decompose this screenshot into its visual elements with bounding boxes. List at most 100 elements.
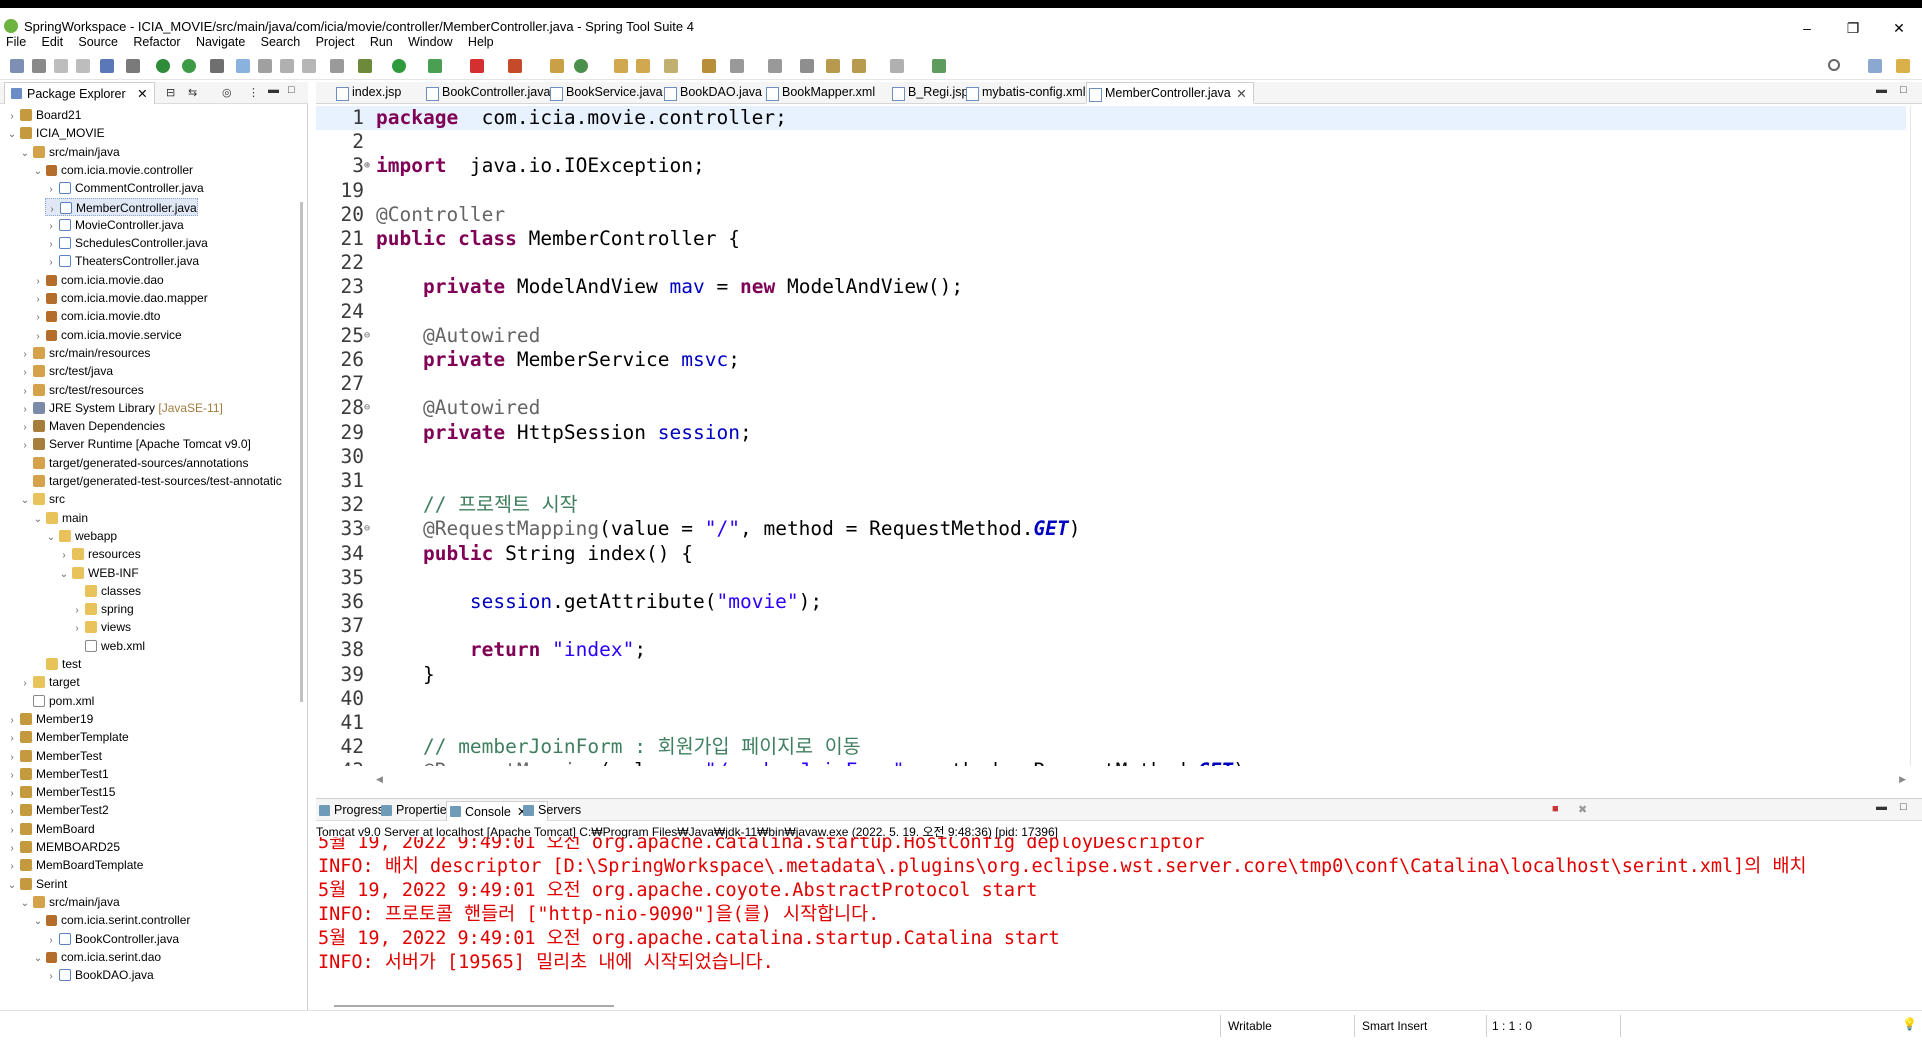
editor-tab[interactable]: index.jsp — [334, 82, 401, 104]
code-line[interactable]: 26 private MemberService msvc; — [316, 348, 1906, 372]
tree-item[interactable]: › com.icia.movie.dto — [32, 307, 160, 325]
collapsed-chevron-icon[interactable]: › — [19, 437, 31, 455]
tree-item[interactable]: › Server Runtime [Apache Tomcat v9.0] — [19, 435, 251, 453]
tree-item[interactable]: › MemBoardTemplate — [6, 856, 143, 874]
menu-source[interactable]: Source — [72, 32, 124, 52]
tree-item[interactable]: › MemberTemplate — [6, 728, 128, 746]
code-line[interactable]: 36 session.getAttribute("movie"); — [316, 590, 1906, 614]
tree-item[interactable]: › MemberController.java — [45, 197, 198, 216]
expanded-chevron-icon[interactable]: ⌄ — [6, 126, 18, 144]
tree-item[interactable]: › BookController.java — [45, 930, 179, 948]
tree-item[interactable]: ⌄ com.icia.serint.dao — [32, 948, 161, 966]
tree-item[interactable]: › Board21 — [6, 106, 81, 124]
collapsed-chevron-icon[interactable]: › — [6, 840, 18, 858]
next-annotation-icon[interactable] — [730, 59, 744, 73]
code-line[interactable]: 39 } — [316, 663, 1906, 687]
skip-breakpoints-icon[interactable] — [126, 59, 140, 73]
tree-item[interactable]: › CommentController.java — [45, 179, 203, 197]
code-line[interactable]: 21 public class MemberController { — [316, 227, 1906, 251]
maximize-view-icon[interactable]: □ — [288, 84, 295, 96]
tree-item[interactable]: › resources — [58, 545, 140, 563]
collapsed-chevron-icon[interactable]: › — [19, 401, 31, 419]
tree-item[interactable]: › target — [19, 673, 79, 693]
tree-item[interactable]: ⌄ src/main/java — [19, 893, 120, 911]
open-perspective-icon[interactable] — [1868, 59, 1882, 73]
code-line[interactable]: 41 — [316, 711, 1906, 735]
close-icon[interactable]: ✕ — [1236, 86, 1246, 101]
code-line[interactable]: 2 — [316, 130, 1906, 154]
collapsed-chevron-icon[interactable]: › — [32, 291, 44, 309]
code-line[interactable]: 27 — [316, 372, 1906, 396]
console-minimize-icon[interactable]: ▬ — [1876, 801, 1887, 813]
menu-run[interactable]: Run — [364, 32, 399, 52]
collapsed-chevron-icon[interactable]: › — [6, 749, 18, 767]
code-line[interactable]: 1 package com.icia.movie.controller; — [316, 106, 1906, 130]
tree-item[interactable]: › com.icia.movie.dao — [32, 271, 163, 291]
collapse-fold-icon[interactable]: ⊖ — [364, 759, 370, 766]
console-output[interactable]: 5월 19, 2022 9:49:01 오전 org.apache.catali… — [318, 837, 1908, 997]
editor-tab[interactable]: BookDAO.java — [662, 82, 762, 104]
scroll-right-icon[interactable]: ▶ — [1899, 774, 1906, 785]
open-type-icon[interactable] — [210, 59, 224, 73]
minimize-view-icon[interactable]: ▬ — [268, 84, 279, 96]
tree-item[interactable]: classes — [71, 582, 141, 600]
expanded-chevron-icon[interactable]: ⌄ — [32, 511, 44, 529]
expanded-chevron-icon[interactable]: ⌄ — [19, 895, 31, 913]
code-line[interactable]: 38 return "index"; — [316, 638, 1906, 662]
editor-minimize-icon[interactable]: ▬ — [1876, 84, 1887, 96]
menu-window[interactable]: Window — [402, 32, 458, 52]
toggle-block-selection-icon[interactable] — [258, 59, 272, 73]
console-tab[interactable]: Properties — [378, 801, 453, 821]
search-tool-icon[interactable] — [664, 59, 678, 73]
collapsed-chevron-icon[interactable]: › — [6, 822, 18, 840]
tip-bulb-icon[interactable]: 💡 — [1902, 1017, 1917, 1031]
tree-item[interactable]: › MemberTest — [6, 747, 102, 765]
collapse-fold-icon[interactable]: ⊖ — [364, 396, 370, 420]
tree-item[interactable]: › src/test/java — [19, 362, 113, 380]
debug-icon[interactable] — [358, 59, 372, 73]
collapsed-chevron-icon[interactable]: › — [6, 803, 18, 821]
scroll-left-icon[interactable]: ◀ — [376, 774, 383, 785]
collapsed-chevron-icon[interactable]: › — [32, 273, 44, 291]
open-folder-icon[interactable] — [614, 59, 628, 73]
tree-item[interactable]: pom.xml — [19, 692, 94, 710]
print-icon[interactable] — [76, 59, 90, 73]
forward-history-icon[interactable] — [890, 59, 904, 73]
view-menu-icon[interactable]: ⋮ — [248, 86, 259, 99]
prev-annotation-icon[interactable] — [768, 59, 782, 73]
tree-item[interactable]: › views — [71, 618, 131, 636]
collapsed-chevron-icon[interactable]: › — [45, 968, 57, 986]
coverage-icon[interactable] — [428, 59, 442, 73]
expanded-chevron-icon[interactable]: ⌄ — [32, 163, 44, 181]
tree-item[interactable]: › BookDAO.java — [45, 966, 153, 986]
collapsed-chevron-icon[interactable]: › — [6, 785, 18, 803]
expand-fold-icon[interactable]: ⊕ — [364, 154, 370, 178]
code-line[interactable]: 30 — [316, 445, 1906, 469]
collapsed-chevron-icon[interactable]: › — [71, 602, 83, 620]
code-line[interactable]: 23 private ModelAndView mav = new ModelA… — [316, 275, 1906, 299]
tree-item[interactable]: › src/test/resources — [19, 381, 143, 399]
code-line[interactable]: 3 ⊕ import java.io.IOException; — [316, 154, 1906, 178]
collapse-all-icon[interactable]: ⊟ — [166, 86, 175, 99]
tree-item[interactable]: ⌄ com.icia.serint.controller — [32, 911, 191, 929]
terminal-icon[interactable] — [100, 59, 114, 73]
code-line[interactable]: 35 — [316, 566, 1906, 590]
menu-help[interactable]: Help — [462, 32, 500, 52]
tree-item[interactable]: › com.icia.movie.service — [32, 326, 181, 344]
breakpoint-icon[interactable] — [330, 59, 344, 73]
tree-item[interactable]: › com.icia.movie.dao.mapper — [32, 289, 207, 309]
tree-item[interactable]: › MovieController.java — [45, 216, 183, 234]
boot-dashboard-icon[interactable] — [156, 59, 170, 73]
collapsed-chevron-icon[interactable]: › — [45, 236, 57, 254]
collapsed-chevron-icon[interactable]: › — [19, 675, 31, 693]
new-class-icon[interactable] — [574, 59, 588, 73]
editor-tab[interactable]: BookMapper.xml — [764, 82, 875, 104]
external-tools-icon[interactable] — [508, 59, 522, 73]
collapsed-chevron-icon[interactable]: › — [6, 712, 18, 730]
expanded-chevron-icon[interactable]: ⌄ — [58, 566, 70, 584]
code-editor[interactable]: 1 package com.icia.movie.controller; 2 3 ⊕ im… — [316, 106, 1910, 766]
tree-vertical-scrollbar[interactable] — [300, 202, 303, 702]
new-icon[interactable] — [10, 59, 24, 73]
tree-item[interactable]: ⌄ Serint — [6, 875, 68, 893]
back-icon[interactable] — [826, 59, 840, 73]
